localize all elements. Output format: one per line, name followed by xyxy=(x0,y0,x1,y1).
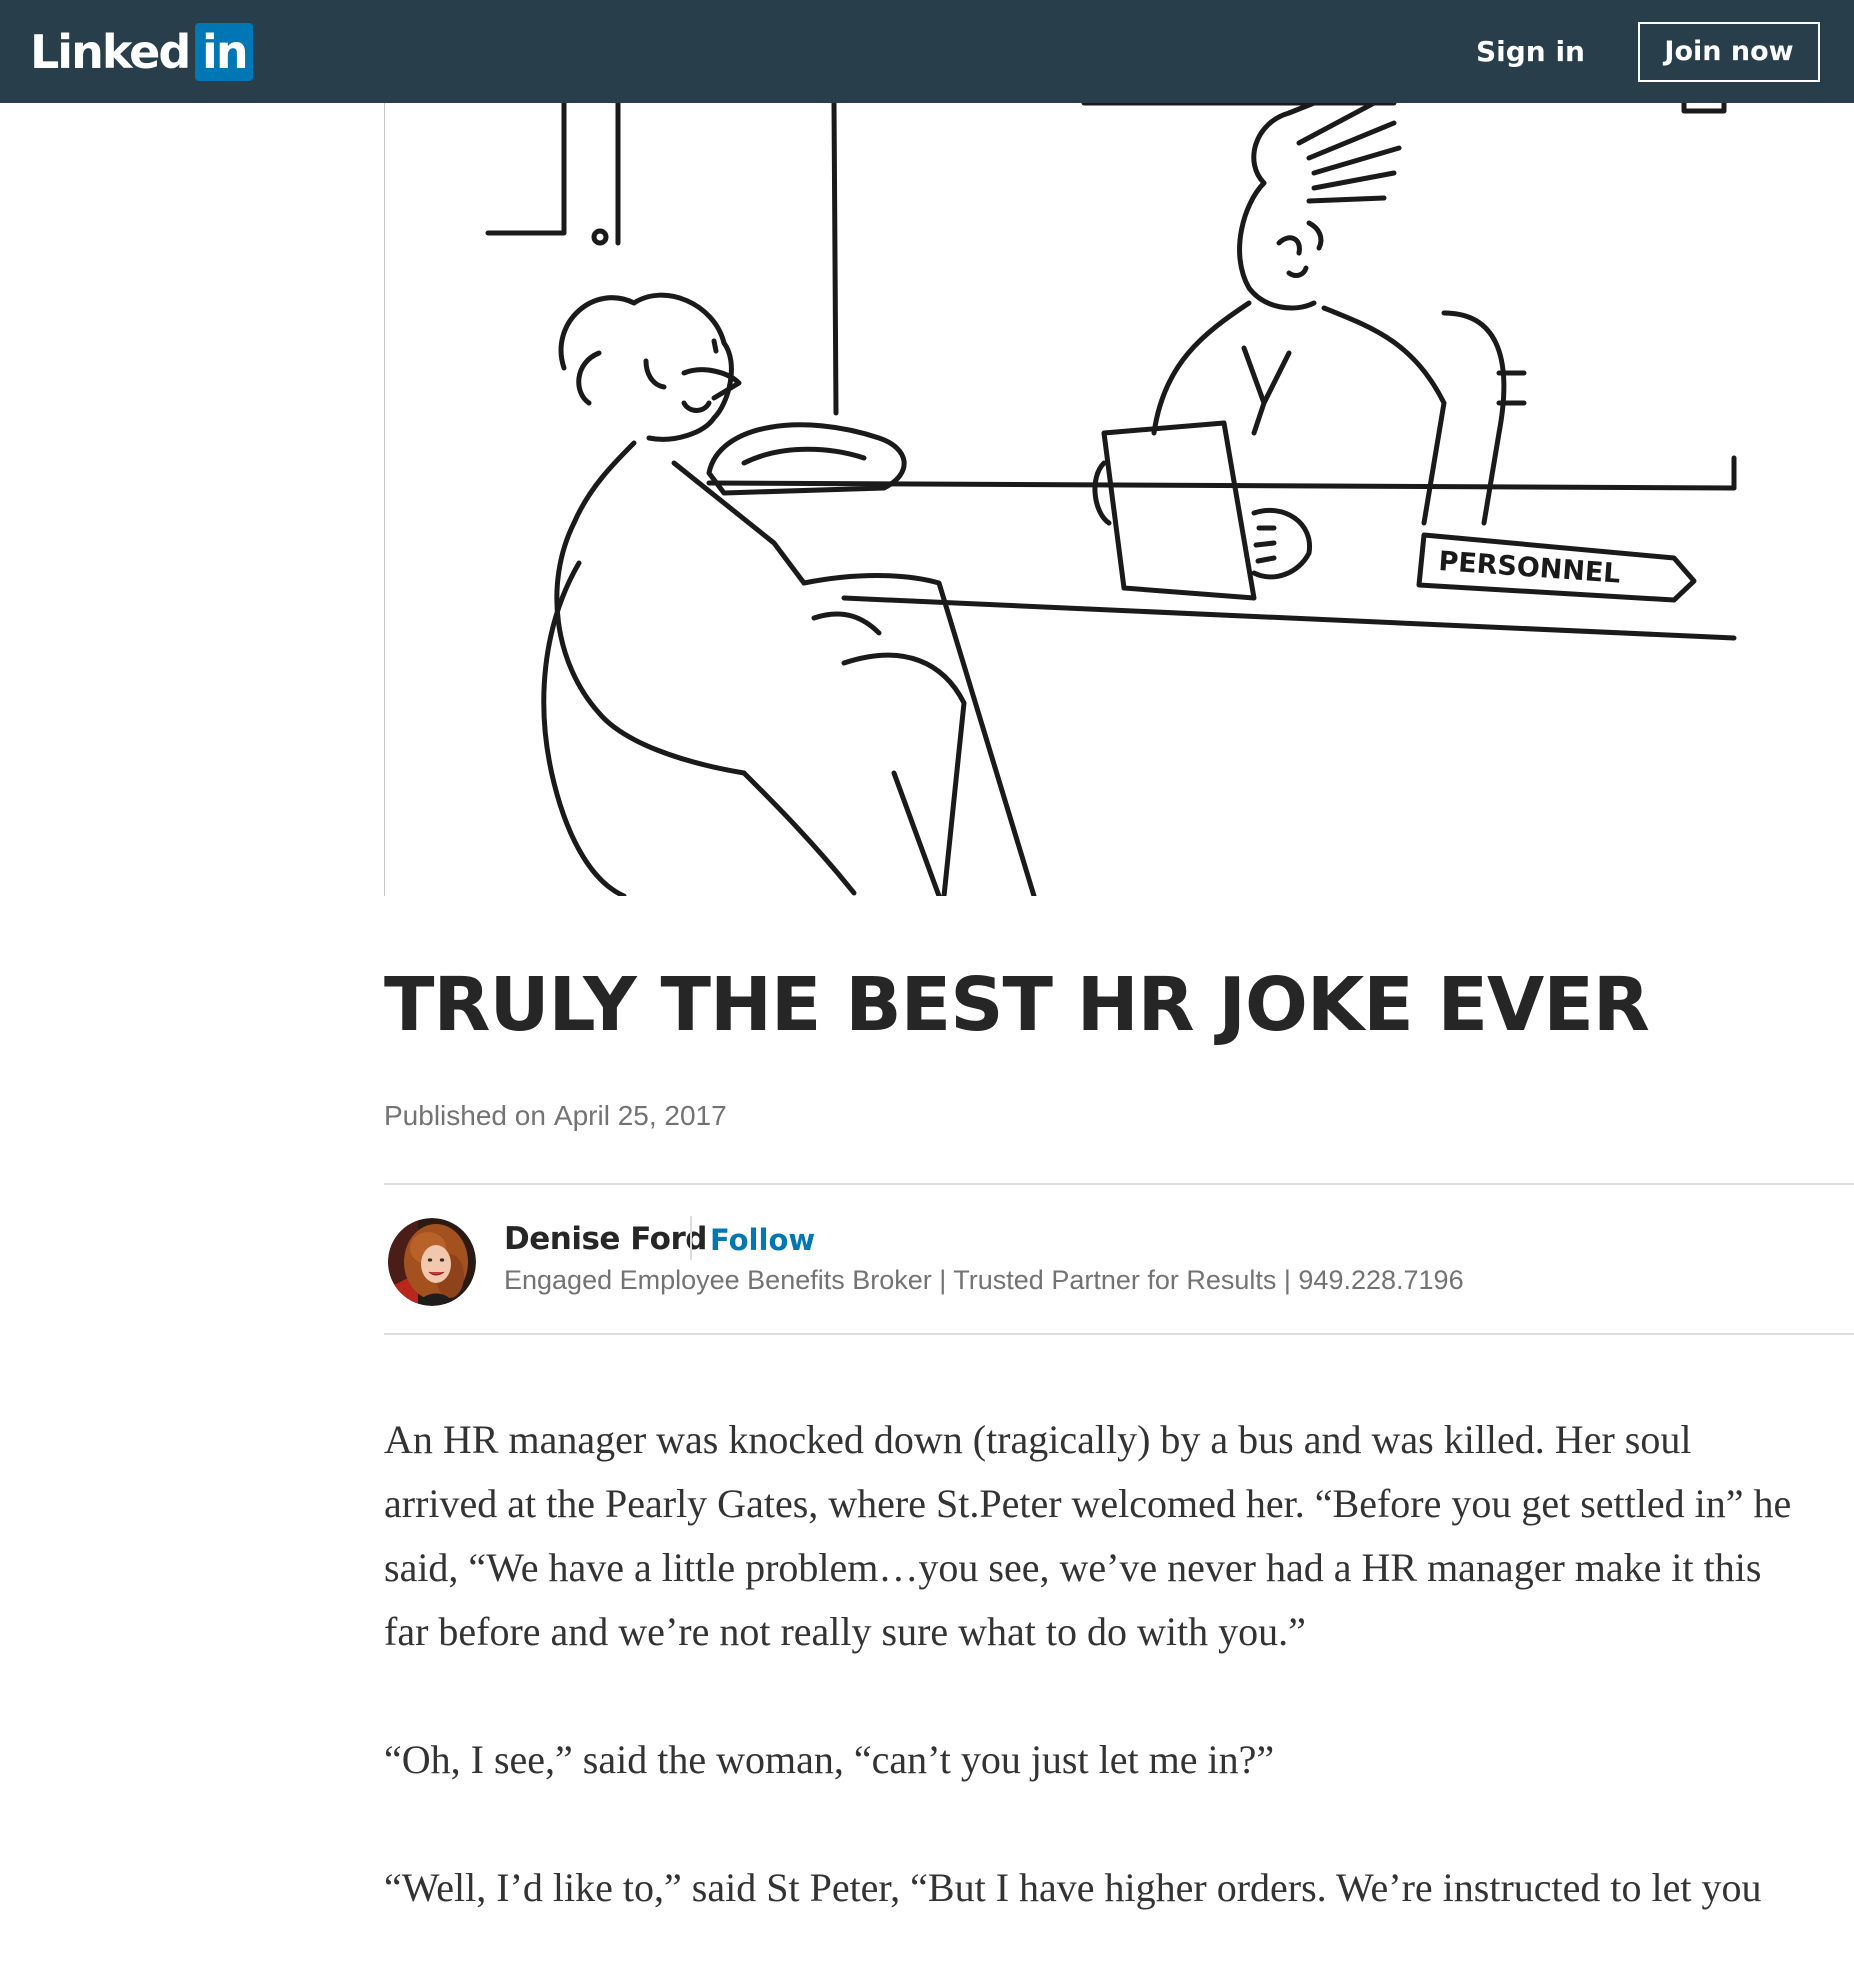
article-body: An HR manager was knocked down (tragical… xyxy=(384,1408,1854,1984)
follow-button[interactable]: Follow xyxy=(710,1218,815,1262)
body-line: far before and we’re not really sure wha… xyxy=(384,1609,1306,1654)
author-bottom-divider xyxy=(384,1333,1854,1335)
author-name[interactable]: Denise Ford xyxy=(504,1218,707,1260)
linkedin-logo[interactable]: Linked in xyxy=(30,22,254,82)
logo-in-box: in xyxy=(195,23,254,81)
avatar-image xyxy=(388,1218,476,1306)
author-card: Denise Ford Follow Engaged Employee Bene… xyxy=(384,1216,1854,1308)
body-paragraph-1: An HR manager was knocked down (tragical… xyxy=(384,1408,1854,1664)
author-headline: Engaged Employee Benefits Broker | Trust… xyxy=(504,1265,1464,1295)
published-date-value: April 25, 2017 xyxy=(553,1100,727,1131)
author-top-divider xyxy=(384,1183,1854,1185)
body-line: “Oh, I see,” said the woman, “can’t you … xyxy=(384,1737,1275,1782)
body-line: “Well, I’d like to,” said St Peter, “But… xyxy=(384,1865,1762,1910)
published-label: Published on xyxy=(384,1100,546,1131)
body-line: said, “We have a little problem…you see,… xyxy=(384,1545,1762,1590)
article-title: TRULY THE BEST HR JOKE EVER xyxy=(384,962,1650,1048)
sign-in-link[interactable]: Sign in xyxy=(1476,30,1585,74)
top-navigation-bar: Linked in Sign in Join now xyxy=(0,0,1854,103)
logo-wordmark: Linked xyxy=(30,25,191,79)
hr-cartoon-illustration: PERSONNEL xyxy=(384,103,1737,896)
article-cover-image: PERSONNEL xyxy=(384,103,1854,896)
body-line: arrived at the Pearly Gates, where St.Pe… xyxy=(384,1481,1792,1526)
body-paragraph-3: “Well, I’d like to,” said St Peter, “But… xyxy=(384,1856,1854,1920)
author-avatar[interactable] xyxy=(388,1218,476,1306)
publish-date: Published on April 25, 2017 xyxy=(384,1096,727,1136)
body-paragraph-2: “Oh, I see,” said the woman, “can’t you … xyxy=(384,1728,1854,1792)
join-now-button[interactable]: Join now xyxy=(1638,22,1820,82)
body-line: An HR manager was knocked down (tragical… xyxy=(384,1417,1692,1462)
name-follow-separator xyxy=(690,1216,692,1260)
